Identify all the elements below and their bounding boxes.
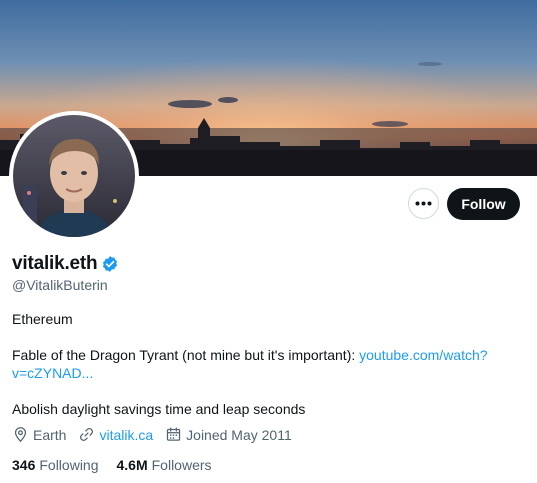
bio-line-2: Fable of the Dragon Tyrant (not mine but…	[12, 346, 512, 382]
calendar-icon	[166, 427, 181, 441]
followers-link[interactable]: 4.6M Followers	[117, 457, 212, 473]
profile-meta: Earth vitalik.ca Joined May 2011	[12, 426, 304, 443]
display-name: vitalik.eth	[12, 253, 98, 274]
profile-handle: @VitalikButerin	[12, 277, 108, 293]
verified-badge-icon[interactable]	[101, 255, 119, 273]
following-label: Following	[39, 457, 99, 473]
profile-name-row: vitalik.eth	[12, 253, 119, 275]
profile-avatar[interactable]	[9, 111, 139, 241]
profile-stats: 346 Following 4.6M Followers	[12, 457, 230, 473]
bio-line-3: Abolish daylight savings time and leap s…	[12, 401, 306, 417]
followers-count: 4.6M	[116, 457, 148, 473]
website-item: vitalik.ca	[78, 426, 153, 443]
location-item: Earth	[12, 426, 66, 443]
bio-line-1: Ethereum	[12, 311, 73, 327]
followers-label: Followers	[151, 457, 212, 473]
more-options-button[interactable]	[408, 188, 439, 219]
following-count: 346	[12, 457, 36, 473]
location-text: Earth	[33, 426, 67, 443]
avatar-photo	[13, 115, 135, 237]
bio-line-2-text: Fable of the Dragon Tyrant (not mine but…	[12, 347, 360, 363]
website-link[interactable]: vitalik.ca	[99, 427, 153, 443]
follow-button[interactable]: Follow	[447, 188, 520, 220]
joined-item: Joined May 2011	[165, 426, 292, 443]
link-icon	[80, 428, 94, 441]
following-link[interactable]: 346 Following	[12, 457, 99, 473]
more-horizontal-icon	[415, 201, 432, 206]
profile-bio: Ethereum Fable of the Dragon Tyrant (not…	[12, 310, 512, 418]
joined-text: Joined May 2011	[186, 426, 292, 443]
location-pin-icon	[14, 427, 27, 443]
